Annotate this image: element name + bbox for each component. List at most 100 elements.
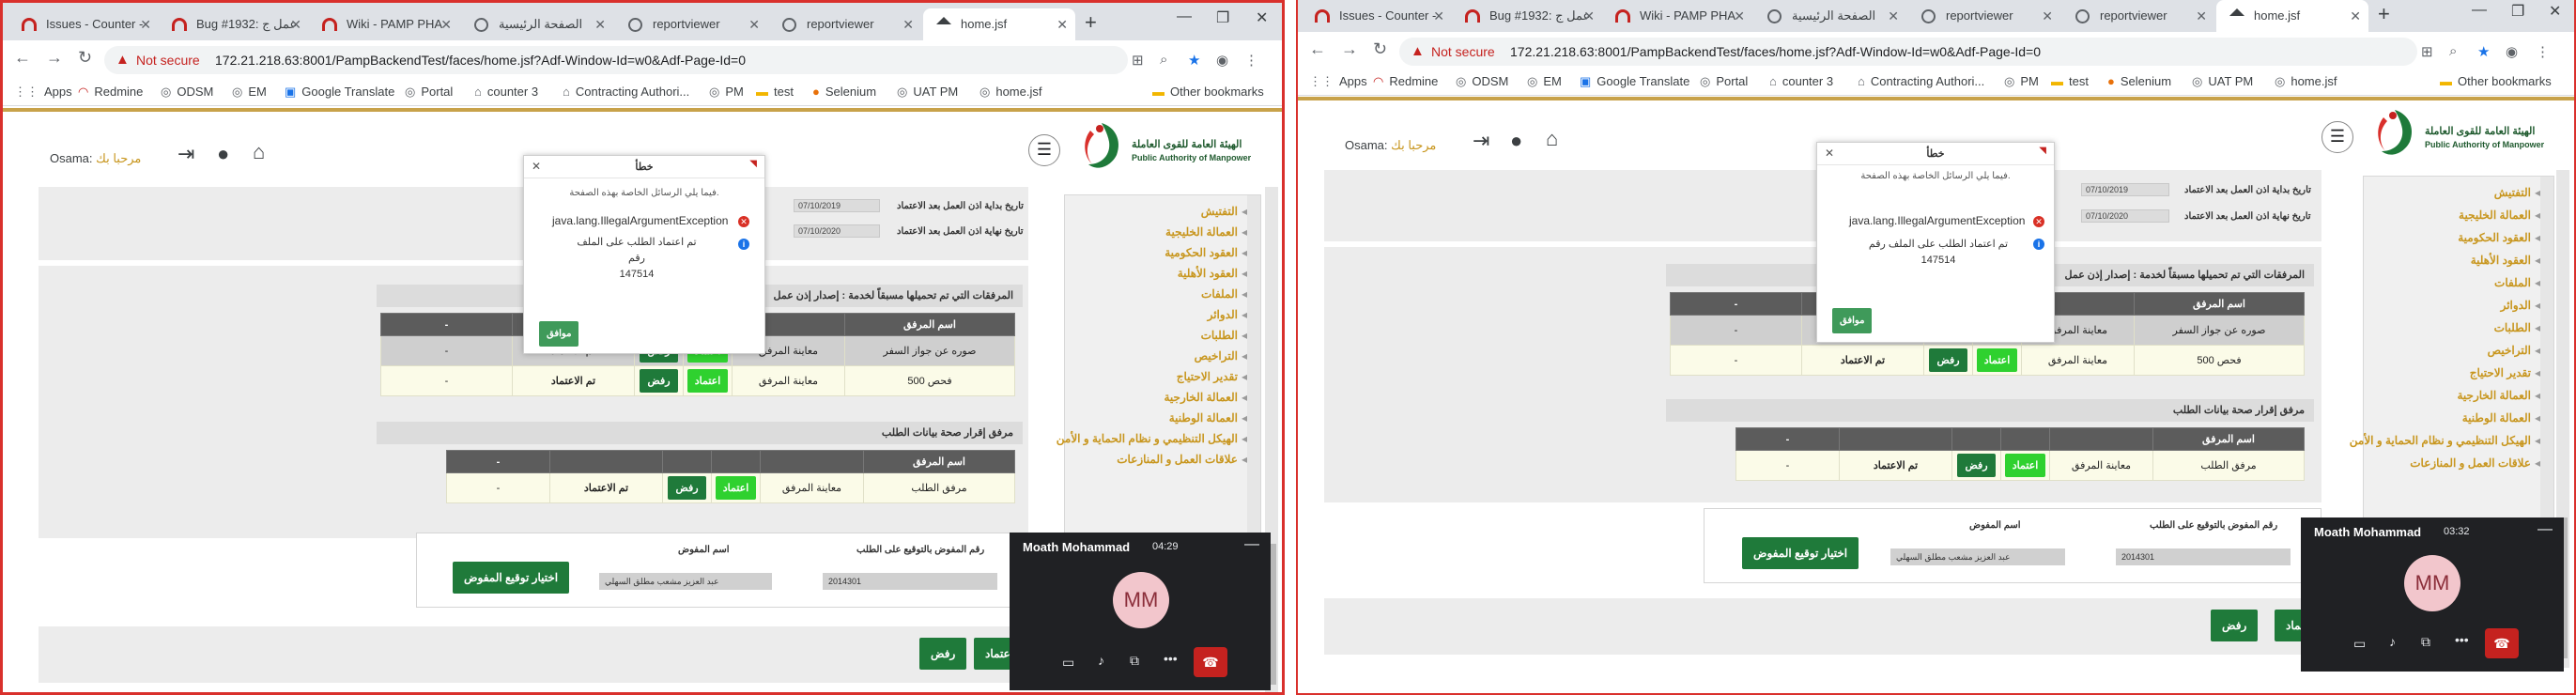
bookmark-other[interactable]: ▬ Other bookmarks bbox=[1152, 85, 1264, 99]
tab-bug[interactable]: Bug #1932: عمل ج ✕ bbox=[1452, 0, 1602, 32]
bookmark-redmine[interactable]: ◠ Redmine bbox=[1373, 74, 1438, 89]
sidebar-item-licenses[interactable]: التراخيص bbox=[2488, 344, 2540, 357]
view-attachment-link[interactable]: معاينة المرفق bbox=[732, 365, 845, 396]
sidebar-item-departments[interactable]: الدوائر bbox=[1208, 308, 1247, 321]
close-icon[interactable]: ✕ bbox=[1583, 0, 1595, 32]
reject-button[interactable]: رفض bbox=[1957, 454, 1996, 477]
menu-toggle-button[interactable]: ☰ bbox=[2321, 121, 2353, 153]
bookmark-pm[interactable]: ◎ PM bbox=[709, 85, 744, 100]
tab-reportviewer-2[interactable]: reportviewer ✕ bbox=[2062, 0, 2214, 32]
close-icon[interactable]: ✕ bbox=[440, 8, 452, 40]
user-icon[interactable]: ● bbox=[217, 142, 229, 166]
translate-icon[interactable]: ⊞ bbox=[1132, 52, 1144, 69]
forward-icon[interactable]: → bbox=[1341, 39, 1358, 59]
tab-reportviewer[interactable]: reportviewer ✕ bbox=[615, 8, 767, 40]
sidebar-item-org-structure[interactable]: الهيكل التنظيمي و نظام الحماية و الأمن bbox=[2350, 434, 2540, 447]
bookmark-counter3[interactable]: ⌂ counter 3 bbox=[1769, 74, 1833, 88]
sidebar-item-gulf-labor[interactable]: العمالة الخليجية bbox=[1165, 225, 1247, 239]
bookmark-google-translate[interactable]: ▣ Google Translate bbox=[285, 85, 394, 100]
close-icon[interactable]: ✕ bbox=[748, 8, 760, 40]
close-icon[interactable]: ✕ bbox=[2196, 0, 2207, 32]
tab-home-jsf[interactable]: home.jsf ✕ bbox=[923, 8, 1075, 40]
bookmark-em[interactable]: ◎ EM bbox=[232, 85, 267, 100]
bookmark-pm[interactable]: ◎ PM bbox=[2004, 74, 2039, 89]
choose-signature-button[interactable]: اختيار توقيع المفوض bbox=[453, 562, 570, 594]
menu-icon[interactable]: ⋮ bbox=[2536, 43, 2550, 60]
tab-home-jsf[interactable]: home.jsf ✕ bbox=[2216, 0, 2368, 32]
sidebar-item-gov-contracts[interactable]: العقود الحكومية bbox=[1165, 246, 1247, 259]
ok-button[interactable]: موافق bbox=[539, 321, 579, 347]
bookmark-home-jsf[interactable]: ◎ home.jsf bbox=[2275, 74, 2337, 89]
bookmark-uat-pm[interactable]: ◎ UAT PM bbox=[2192, 74, 2253, 89]
star-icon[interactable]: ★ bbox=[1188, 52, 1200, 69]
sidebar-item-labor-relations[interactable]: علاقات العمل و المنازعات bbox=[1117, 453, 1247, 466]
bookmark-google-translate[interactable]: ▣ Google Translate bbox=[1580, 74, 1689, 89]
zoom-icon[interactable]: ⌕ bbox=[1160, 52, 1167, 68]
sidebar-item-foreign-labor[interactable]: العمالة الخارجية bbox=[1165, 391, 1248, 404]
hang-up-button[interactable]: ☎ bbox=[1194, 647, 1227, 677]
microphone-icon[interactable]: ♪ bbox=[2389, 634, 2396, 649]
tab-home-ar[interactable]: الصفحة الرئيسية ✕ bbox=[461, 8, 613, 40]
bookmark-counter3[interactable]: ⌂ counter 3 bbox=[474, 85, 538, 99]
user-icon[interactable]: ● bbox=[1510, 129, 1522, 153]
menu-icon[interactable]: ⋮ bbox=[1244, 52, 1258, 69]
bookmark-redmine[interactable]: ◠ Redmine bbox=[78, 85, 143, 100]
logout-icon[interactable]: ⇥ bbox=[177, 142, 194, 166]
signer-name-field[interactable]: عبد العزيز مشعب مطلق السهلي bbox=[599, 573, 772, 590]
tab-wiki[interactable]: Wiki - PAMP PHA ✕ bbox=[1602, 0, 1752, 32]
view-attachment-link[interactable]: معاينة المرفق bbox=[2049, 450, 2153, 481]
pin-icon[interactable]: ◥ bbox=[2039, 146, 2046, 156]
minimize-icon[interactable]: — bbox=[1177, 8, 1192, 25]
not-secure-label[interactable]: Not secure bbox=[1431, 44, 1495, 59]
sidebar-item-files[interactable]: الملفات bbox=[1201, 287, 1247, 301]
home-icon[interactable]: ⌂ bbox=[253, 140, 265, 164]
reject-button[interactable]: رفض bbox=[668, 476, 706, 500]
hang-up-button[interactable]: ☎ bbox=[2485, 628, 2519, 658]
bookmark-apps[interactable]: ⋮⋮ Apps bbox=[14, 85, 72, 100]
microphone-icon[interactable]: ♪ bbox=[1098, 653, 1104, 668]
signer-number-field[interactable]: 2014301 bbox=[2116, 548, 2291, 565]
restore-icon[interactable]: ❐ bbox=[2511, 2, 2524, 21]
sidebar-item-inspection[interactable]: التفتيش bbox=[1201, 205, 1247, 218]
bookmark-portal[interactable]: ◎ Portal bbox=[1700, 74, 1748, 89]
sidebar-item-national-labor[interactable]: العمالة الوطنية bbox=[1169, 411, 1247, 425]
sidebar-item-requests[interactable]: الطلبات bbox=[1201, 329, 1247, 342]
start-date-field[interactable]: 07/10/2019 bbox=[2081, 183, 2169, 196]
tab-reportviewer[interactable]: reportviewer ✕ bbox=[1908, 0, 2060, 32]
bookmark-test[interactable]: ▬ test bbox=[756, 85, 794, 99]
back-icon[interactable]: ← bbox=[1309, 39, 1326, 59]
reject-button[interactable]: رفض bbox=[640, 369, 678, 393]
approve-button[interactable]: اعتماد bbox=[715, 476, 757, 500]
close-icon[interactable]: ✕ bbox=[1057, 8, 1068, 40]
sidebar-item-private-contracts[interactable]: العقود الأهلية bbox=[1178, 267, 1247, 280]
minimize-icon[interactable]: — bbox=[2472, 2, 2487, 19]
start-date-field[interactable]: 07/10/2019 bbox=[794, 199, 880, 212]
back-icon[interactable]: ← bbox=[14, 48, 31, 68]
forward-icon[interactable]: → bbox=[46, 48, 63, 68]
address-bar[interactable]: ▲ Not secure 172.21.218.63:8001/PampBack… bbox=[1399, 38, 2417, 66]
view-attachment-link[interactable]: معاينة المرفق bbox=[2021, 345, 2135, 376]
sidebar-item-gov-contracts[interactable]: العقود الحكومية bbox=[2458, 231, 2540, 244]
bookmark-test[interactable]: ▬ test bbox=[2051, 74, 2089, 88]
bookmark-odsm[interactable]: ◎ ODSM bbox=[161, 85, 213, 100]
approve-button[interactable]: اعتماد bbox=[686, 369, 729, 393]
star-icon[interactable]: ★ bbox=[2477, 43, 2490, 60]
pin-icon[interactable]: ◥ bbox=[749, 159, 757, 169]
present-icon[interactable]: ⧉ bbox=[2421, 634, 2430, 650]
sidebar-item-files[interactable]: الملفات bbox=[2494, 276, 2540, 289]
signer-number-field[interactable]: 2014301 bbox=[823, 573, 997, 590]
bookmark-portal[interactable]: ◎ Portal bbox=[405, 85, 453, 100]
sidebar-item-needs-estimate[interactable]: تقدير الاحتياج bbox=[1177, 370, 1247, 383]
tab-bug[interactable]: Bug #1932: عمل ج ✕ bbox=[159, 8, 309, 40]
menu-toggle-button[interactable]: ☰ bbox=[1028, 134, 1060, 166]
translate-icon[interactable]: ⊞ bbox=[2421, 43, 2433, 60]
view-attachment-link[interactable]: معاينة المرفق bbox=[760, 472, 864, 503]
reload-icon[interactable]: ↻ bbox=[78, 48, 92, 68]
approve-button[interactable]: اعتماد bbox=[1976, 348, 2018, 372]
bookmark-odsm[interactable]: ◎ ODSM bbox=[1456, 74, 1508, 89]
bookmark-apps[interactable]: ⋮⋮ Apps bbox=[1309, 74, 1367, 89]
minimize-icon[interactable]: — bbox=[1244, 536, 1259, 553]
bookmark-selenium[interactable]: ● Selenium bbox=[812, 85, 876, 99]
url-text[interactable]: 172.21.218.63:8001/PampBackendTest/faces… bbox=[1510, 44, 2041, 59]
sidebar-item-foreign-labor[interactable]: العمالة الخارجية bbox=[2458, 389, 2541, 402]
